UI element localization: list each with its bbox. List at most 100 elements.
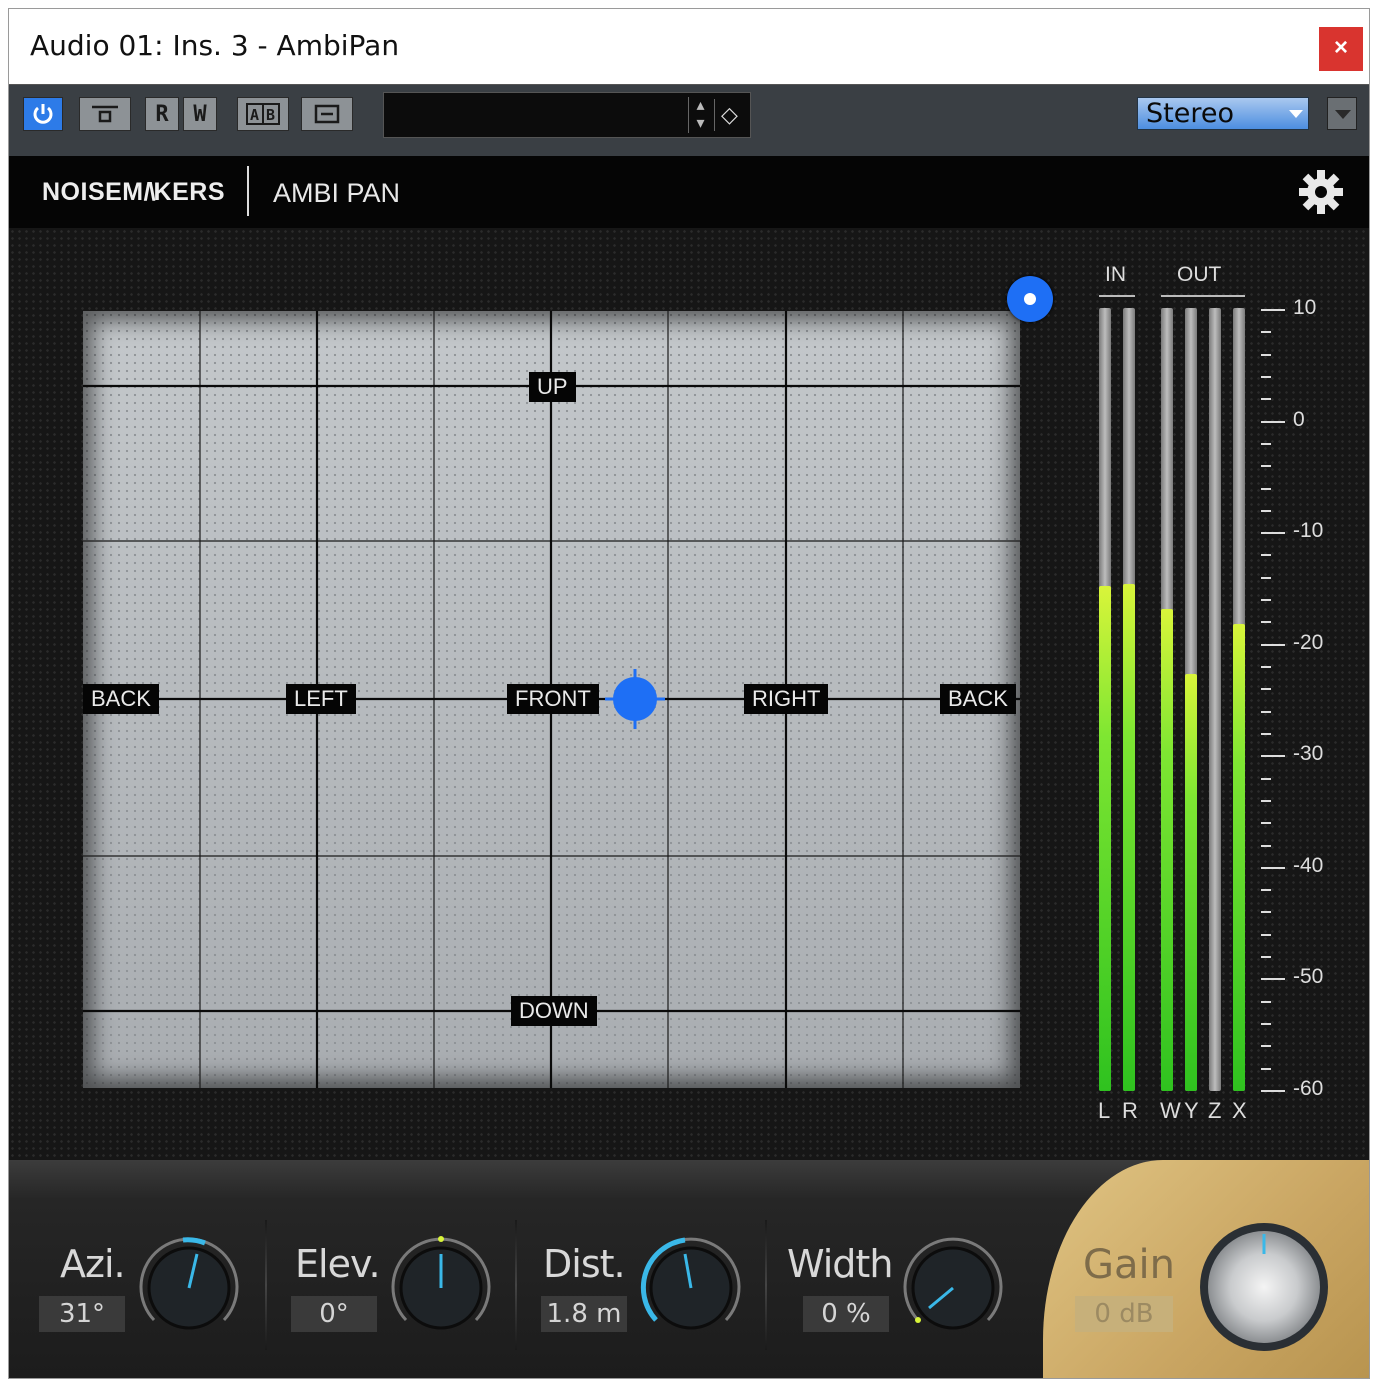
elevation-value[interactable]: 0° — [291, 1296, 377, 1332]
scale-minor-tick — [1261, 933, 1271, 936]
scale-minor-tick — [1261, 465, 1271, 468]
elevation-label: Elev. — [295, 1242, 381, 1286]
preset-menu-button[interactable] — [301, 97, 353, 131]
scale-minor-tick — [1261, 1000, 1271, 1003]
meter-l — [1099, 308, 1111, 1091]
width-knob[interactable] — [897, 1232, 1009, 1344]
meter-y — [1185, 308, 1197, 1091]
power-icon — [33, 104, 53, 124]
output-config-select[interactable]: Stereo — [1137, 97, 1309, 130]
control-separator — [515, 1220, 517, 1350]
close-button[interactable]: × — [1319, 27, 1363, 71]
host-toolbar: R W A B ▴ ▾ ◇ Stereo — [9, 84, 1369, 156]
scale-label: -30 — [1293, 742, 1324, 766]
preset-browser-icon[interactable]: ◇ — [714, 99, 744, 131]
meter-channel-label: W — [1160, 1098, 1181, 1123]
scale-minor-tick — [1261, 487, 1271, 490]
scale-minor-tick — [1261, 889, 1271, 892]
meter-w — [1161, 308, 1173, 1091]
scale-major-tick — [1261, 978, 1285, 981]
meter-in-label: IN — [1105, 263, 1126, 286]
meter-in-bracket — [1099, 295, 1135, 302]
gain-value[interactable]: 0 dB — [1075, 1296, 1173, 1332]
ab-compare-button[interactable]: A B — [237, 97, 289, 131]
label-down: DOWN — [511, 996, 597, 1026]
window-title: Audio 01: Ins. 3 - AmbiPan — [30, 29, 400, 62]
meter-channel-label: X — [1232, 1098, 1247, 1123]
menu-icon — [314, 104, 340, 124]
scale-label: -50 — [1293, 965, 1324, 989]
scale-minor-tick — [1261, 799, 1271, 802]
label-left: LEFT — [286, 684, 356, 714]
distance-value[interactable]: 1.8 m — [541, 1296, 627, 1332]
scale-minor-tick — [1261, 442, 1271, 445]
meter-out-bracket — [1161, 295, 1245, 302]
view-mode-toggle[interactable] — [1007, 276, 1053, 322]
write-automation-button[interactable]: W — [183, 97, 217, 131]
control-separator — [265, 1220, 267, 1350]
power-button[interactable] — [23, 97, 63, 131]
svg-text:B: B — [266, 106, 275, 124]
meter-x — [1233, 308, 1245, 1091]
meter-x-level — [1233, 624, 1245, 1091]
scale-minor-tick — [1261, 554, 1271, 557]
meter-l-level — [1099, 585, 1111, 1091]
meter-w-level — [1161, 609, 1173, 1091]
scale-minor-tick — [1261, 1045, 1271, 1048]
scale-minor-tick — [1261, 732, 1271, 735]
label-up: UP — [529, 372, 576, 402]
scale-label: 10 — [1293, 296, 1317, 319]
scale-major-tick — [1261, 866, 1285, 869]
label-back-left: BACK — [83, 684, 159, 714]
scale-minor-tick — [1261, 1067, 1271, 1070]
meter-channel-label: Z — [1208, 1098, 1222, 1123]
scale-major-tick — [1261, 643, 1285, 646]
scale-minor-tick — [1261, 844, 1271, 847]
scale-minor-tick — [1261, 1023, 1271, 1026]
azimuth-knob[interactable] — [133, 1232, 245, 1344]
meter-channel-label: R — [1122, 1098, 1138, 1123]
preset-name-field[interactable]: ▴ ▾ ◇ — [383, 92, 751, 138]
ab-compare-icon: A B — [246, 103, 280, 125]
meter-out-label: OUT — [1177, 263, 1222, 286]
plugin-header: NOISEM/\KERS AMBI PAN — [9, 156, 1369, 228]
meter-z — [1209, 308, 1221, 1091]
gain-knob[interactable] — [1197, 1220, 1331, 1354]
pan-field[interactable]: UP DOWN BACK LEFT FRONT RIGHT BACK — [83, 311, 1020, 1088]
scale-minor-tick — [1261, 353, 1271, 356]
gear-icon[interactable] — [1297, 168, 1345, 216]
scale-minor-tick — [1261, 621, 1271, 624]
scale-label: -40 — [1293, 853, 1324, 877]
toolbar-expand-button[interactable] — [1327, 97, 1357, 130]
scale-minor-tick — [1261, 375, 1271, 378]
main-panel: UP DOWN BACK LEFT FRONT RIGHT BACK IN OU… — [9, 228, 1369, 1168]
scale-minor-tick — [1261, 710, 1271, 713]
scale-label: 0 — [1293, 407, 1305, 431]
scale-minor-tick — [1261, 911, 1271, 914]
distance-label: Dist. — [543, 1242, 626, 1286]
read-automation-button[interactable]: R — [145, 97, 179, 131]
distance-knob[interactable] — [635, 1232, 747, 1344]
chevron-down-icon — [1289, 110, 1303, 118]
scale-label: -20 — [1293, 630, 1324, 654]
bypass-button[interactable] — [79, 97, 131, 131]
elevation-knob[interactable] — [385, 1232, 497, 1344]
scale-major-tick — [1261, 755, 1285, 758]
scale-minor-tick — [1261, 398, 1271, 401]
header-divider — [247, 166, 249, 216]
control-separator — [765, 1220, 767, 1350]
scale-minor-tick — [1261, 956, 1271, 959]
width-value[interactable]: 0 % — [803, 1296, 889, 1332]
scale-label: -60 — [1293, 1077, 1324, 1100]
preset-stepper-icon[interactable]: ▴ ▾ — [688, 97, 712, 133]
scale-minor-tick — [1261, 509, 1271, 512]
meter-y-level — [1185, 674, 1197, 1091]
scale-minor-tick — [1261, 777, 1271, 780]
scale-minor-tick — [1261, 666, 1271, 669]
azimuth-value[interactable]: 31° — [39, 1296, 125, 1332]
brand-logo: NOISEM/\KERS — [42, 178, 225, 206]
label-back-right: BACK — [940, 684, 1016, 714]
source-position-handle[interactable] — [603, 667, 667, 731]
meter-r — [1123, 308, 1135, 1091]
meter-channel-label: L — [1098, 1098, 1111, 1123]
